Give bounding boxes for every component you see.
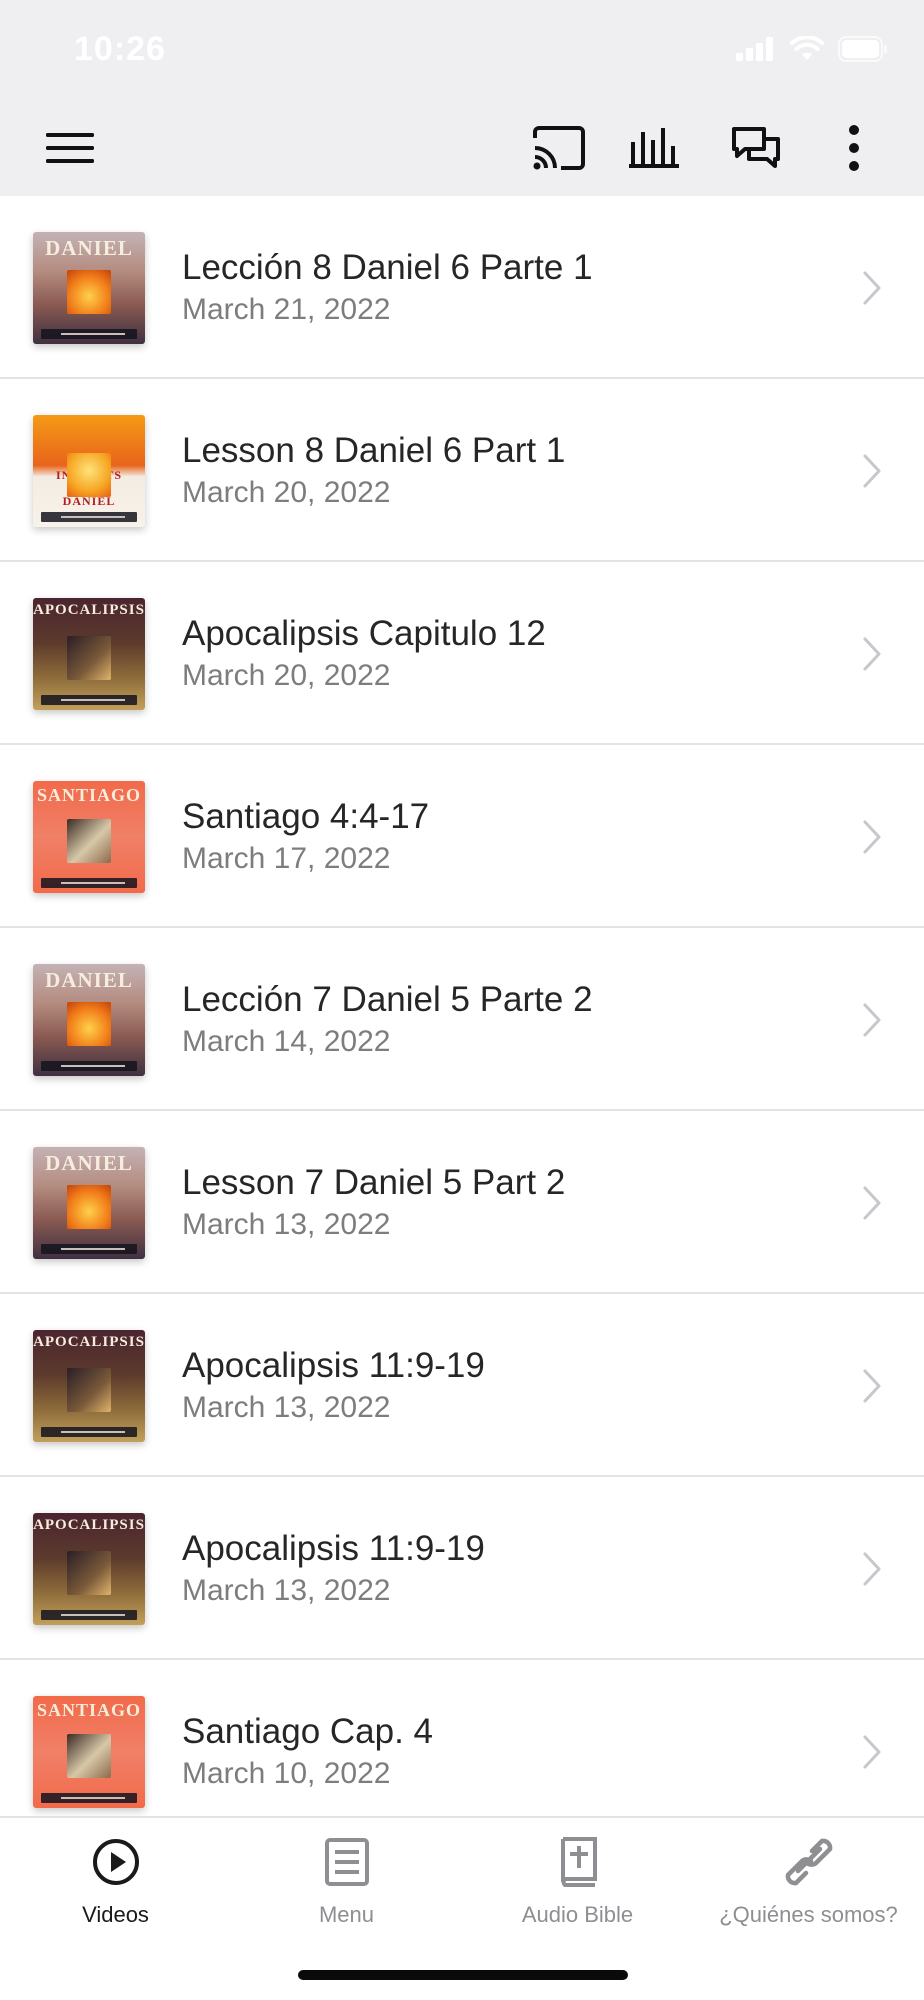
- cast-icon[interactable]: [516, 100, 600, 196]
- chevron-right-icon: [852, 1000, 892, 1040]
- menu-document-icon: [321, 1836, 373, 1888]
- status-time: 10:26: [74, 30, 166, 68]
- video-date: March 20, 2022: [182, 476, 391, 509]
- video-title: Santiago Cap. 4: [182, 1712, 434, 1751]
- video-title: Santiago 4:4-17: [182, 797, 430, 836]
- video-title: Apocalipsis Capitulo 12: [182, 614, 546, 653]
- chevron-right-icon: [852, 817, 892, 857]
- video-list: DANIEL Lección 8 Daniel 6 Parte 1 March 21…: [0, 196, 924, 1816]
- thumbnail-band: [41, 1244, 137, 1254]
- thumbnail-series-word: APOCALIPSIS: [33, 1517, 145, 1533]
- thumbnail-artwork: [67, 1368, 111, 1412]
- thumbnail-series-word: DANIEL: [45, 1151, 133, 1175]
- santiago-series-thumbnail: SANTIAGO: [33, 781, 145, 893]
- video-title: Lección 7 Daniel 5 Parte 2: [182, 980, 593, 1019]
- video-row[interactable]: INSIGHTS BOOK DANIEL Lesson 8 Daniel 6 Pa…: [0, 379, 924, 562]
- video-row[interactable]: APOCALIPSIS Apocalipsis 11:9-19 March 13, …: [0, 1477, 924, 1660]
- video-row[interactable]: DANIEL Lección 7 Daniel 5 Parte 2 March 14…: [0, 928, 924, 1111]
- thumbnail-artwork: [67, 1551, 111, 1595]
- chevron-right-icon: [852, 1366, 892, 1406]
- insights-book-of-daniel-thumbnail: INSIGHTS BOOK DANIEL: [33, 415, 145, 527]
- thumbnail-band: [41, 329, 137, 339]
- chevron-right-icon: [852, 1732, 892, 1772]
- video-date: March 13, 2022: [182, 1391, 391, 1424]
- chevron-right-icon: [852, 451, 892, 491]
- thumbnail-band: [41, 878, 137, 888]
- thumbnail-series-word: SANTIAGO: [36, 785, 142, 805]
- tab-videos-label: Videos: [82, 1902, 149, 1927]
- video-date: March 10, 2022: [182, 1757, 391, 1790]
- video-date: March 21, 2022: [182, 293, 391, 326]
- thumbnail-artwork: [67, 453, 111, 497]
- audio-bars-icon[interactable]: [614, 100, 698, 196]
- apocalipsis-series-thumbnail: APOCALIPSIS: [33, 1330, 145, 1442]
- chevron-right-icon: [852, 634, 892, 674]
- thumbnail-series-word: SANTIAGO: [36, 1700, 142, 1720]
- home-indicator: [298, 1970, 628, 1980]
- app-bar: [0, 100, 924, 196]
- video-date: March 14, 2022: [182, 1025, 391, 1058]
- video-date: March 13, 2022: [182, 1574, 391, 1607]
- thumbnail-series-word: APOCALIPSIS: [33, 602, 145, 618]
- video-row[interactable]: DANIEL Lesson 7 Daniel 5 Part 2 March 13, …: [0, 1111, 924, 1294]
- thumbnail-band: [41, 695, 137, 705]
- bible-icon: [552, 1836, 604, 1888]
- daniel-series-thumbnail: DANIEL: [33, 1147, 145, 1259]
- video-date: March 17, 2022: [182, 842, 391, 875]
- battery-icon: [838, 35, 888, 67]
- tab-quienes-somos[interactable]: ¿Quiénes somos?: [693, 1818, 924, 1948]
- video-date: March 13, 2022: [182, 1208, 391, 1241]
- video-row[interactable]: APOCALIPSIS Apocalipsis 11:9-19 March 13, …: [0, 1294, 924, 1477]
- more-vertical-icon[interactable]: [812, 100, 896, 196]
- thumbnail-band: [41, 1793, 137, 1803]
- tab-videos[interactable]: Videos: [0, 1818, 231, 1948]
- thumbnail-artwork: [67, 270, 111, 314]
- thumbnail-band: [41, 1061, 137, 1071]
- thumbnail-band: [41, 1610, 137, 1620]
- video-row[interactable]: SANTIAGO Santiago 4:4-17 March 17, 2022: [0, 745, 924, 928]
- wifi-icon: [790, 34, 824, 67]
- thumbnail-artwork: [67, 1185, 111, 1229]
- video-title: Lección 8 Daniel 6 Parte 1: [182, 248, 593, 287]
- thumbnail-series-word: DANIEL: [45, 968, 133, 992]
- apocalipsis-series-thumbnail: APOCALIPSIS: [33, 1513, 145, 1625]
- santiago-series-thumbnail: SANTIAGO: [33, 1696, 145, 1808]
- video-title: Apocalipsis 11:9-19: [182, 1346, 485, 1385]
- status-icons: [736, 34, 888, 68]
- video-date: March 20, 2022: [182, 659, 391, 692]
- video-title: Apocalipsis 11:9-19: [182, 1529, 485, 1568]
- chevron-right-icon: [852, 1549, 892, 1589]
- tab-audio-bible-label: Audio Bible: [521, 1902, 634, 1927]
- status-bar: 10:26: [0, 0, 924, 100]
- thumbnail-series-word: APOCALIPSIS: [33, 1334, 145, 1350]
- thumbnail-band: [41, 512, 137, 522]
- video-title: Lesson 7 Daniel 5 Part 2: [182, 1163, 566, 1202]
- video-title: Lesson 8 Daniel 6 Part 1: [182, 431, 566, 470]
- video-row[interactable]: DANIEL Lección 8 Daniel 6 Parte 1 March 21…: [0, 196, 924, 379]
- thumbnail-artwork: [67, 636, 111, 680]
- video-row[interactable]: APOCALIPSIS Apocalipsis Capitulo 12 March …: [0, 562, 924, 745]
- thumbnail-artwork: [67, 1002, 111, 1046]
- chevron-right-icon: [852, 268, 892, 308]
- thumbnail-artwork: [67, 1734, 111, 1778]
- cellular-signal-icon: [736, 36, 776, 66]
- thumbnail-band: [41, 1427, 137, 1437]
- link-icon: [783, 1836, 835, 1888]
- thumbnail-artwork: [67, 819, 111, 863]
- tab-menu[interactable]: Menu: [231, 1818, 462, 1948]
- chevron-right-icon: [852, 1183, 892, 1223]
- play-circle-icon: [90, 1836, 142, 1888]
- tab-quienes-somos-label: ¿Quiénes somos?: [719, 1902, 898, 1927]
- daniel-series-thumbnail: DANIEL: [33, 232, 145, 344]
- apocalipsis-series-thumbnail: APOCALIPSIS: [33, 598, 145, 710]
- hamburger-menu-icon[interactable]: [28, 100, 112, 196]
- daniel-series-thumbnail: DANIEL: [33, 964, 145, 1076]
- thumbnail-series-word: DANIEL: [45, 236, 133, 260]
- tab-menu-label: Menu: [318, 1902, 375, 1927]
- video-row[interactable]: SANTIAGO Santiago Cap. 4 March 10, 2022: [0, 1660, 924, 1816]
- chat-icon[interactable]: [714, 100, 798, 196]
- tab-audio-bible[interactable]: Audio Bible: [462, 1818, 693, 1948]
